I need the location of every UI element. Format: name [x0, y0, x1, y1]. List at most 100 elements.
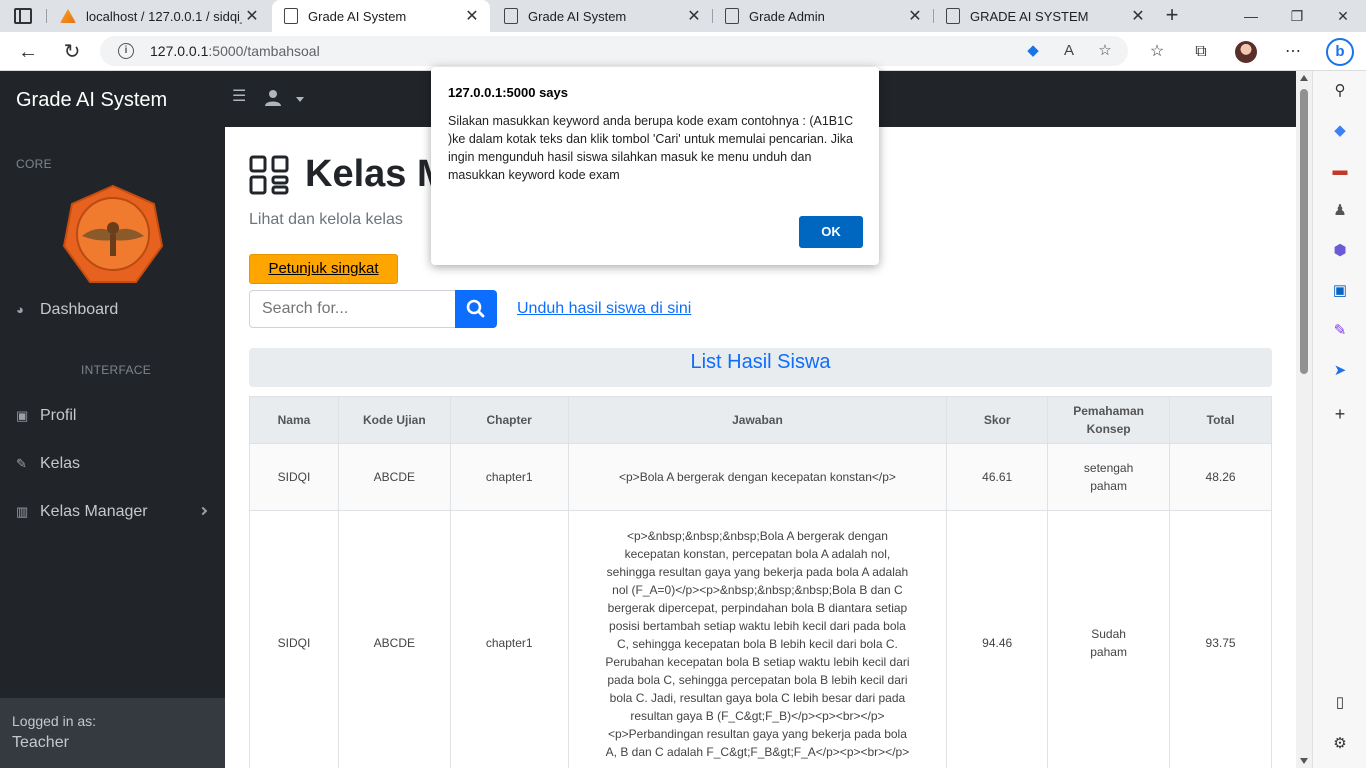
sidebar-heading-interface: INTERFACE — [81, 363, 152, 377]
dashboard-icon: ◕ — [16, 302, 24, 317]
scroll-up-icon[interactable] — [1300, 75, 1308, 81]
close-icon[interactable]: ✕ — [1128, 6, 1148, 26]
page-icon — [725, 8, 739, 24]
sidebar-item-label: Kelas Manager — [40, 503, 148, 520]
url-text[interactable]: 127.0.0.1:5000/tambahsoal — [150, 43, 320, 59]
sidebar-layout-icon[interactable]: ▯ — [1330, 693, 1350, 713]
scroll-down-icon[interactable] — [1300, 758, 1308, 764]
browser-tab-3[interactable]: Grade AI System ✕ — [492, 0, 712, 32]
tab-title: localhost / 127.0.0.1 / sidqi_dl — [86, 8, 242, 24]
logged-in-label: Logged in as: — [12, 713, 97, 729]
read-aloud-icon[interactable]: A — [1060, 42, 1078, 60]
search-icon — [466, 299, 485, 318]
cell-chapter: chapter1 — [449, 510, 569, 768]
edge-sidebar: ⚲ ◆ ▬ ♟ ⬢ ▣ ✎ ➤ + ▯ ⚙ — [1312, 71, 1366, 768]
browser-tabstrip: localhost / 127.0.0.1 / sidqi_dl ✕ Grade… — [0, 0, 1366, 32]
search-button[interactable] — [455, 290, 497, 328]
url-host: 127.0.0.1 — [150, 43, 209, 59]
minimize-icon[interactable]: — — [1228, 0, 1274, 32]
petunjuk-button[interactable]: Petunjuk singkat — [249, 254, 398, 284]
column-header: Jawaban — [567, 396, 948, 444]
cell-kode: ABCDE — [337, 510, 451, 768]
address-bar[interactable]: i 127.0.0.1:5000/tambahsoal ◆ A ☆ — [100, 36, 1128, 66]
sidebar-item-kelas[interactable]: ✎ Kelas — [16, 455, 80, 473]
cell-kode: ABCDE — [337, 443, 451, 511]
tab-title: Grade Admin — [749, 8, 825, 24]
add-icon[interactable]: + — [1330, 404, 1350, 424]
more-menu-icon[interactable]: ⋯ — [1282, 41, 1304, 63]
chevron-down-icon[interactable] — [296, 97, 304, 102]
tools-icon[interactable]: ▬ — [1330, 161, 1350, 181]
sidebar-item-dashboard[interactable]: ◕ Dashboard — [16, 301, 118, 319]
close-icon[interactable]: ✕ — [462, 6, 482, 26]
settings-gear-icon[interactable]: ⚙ — [1330, 734, 1350, 754]
bing-copilot-icon[interactable]: b — [1326, 38, 1354, 66]
browser-toolbar: ← ↻ i 127.0.0.1:5000/tambahsoal ◆ A ☆ ☆ … — [0, 32, 1366, 71]
restore-icon[interactable]: ❐ — [1274, 0, 1320, 32]
games-icon[interactable]: ♟ — [1330, 201, 1350, 221]
url-path: :5000/tambahsoal — [208, 43, 320, 59]
designer-icon[interactable]: ✎ — [1330, 321, 1350, 341]
alert-dialog: 127.0.0.1:5000 says Silakan masukkan key… — [431, 67, 879, 265]
microsoft-365-icon[interactable]: ⬢ — [1330, 241, 1350, 261]
browser-tab-5[interactable]: GRADE AI SYSTEM ✕ — [934, 0, 1156, 32]
sidebar-item-label: Kelas — [40, 455, 81, 472]
user-icon[interactable] — [264, 89, 282, 107]
tab-title: Grade AI System — [528, 8, 627, 24]
grid-icon — [249, 155, 289, 195]
sidebar-toggle-icon[interactable]: ☰ — [232, 89, 248, 105]
results-table: Nama Kode Ujian Chapter Jawaban Skor Pem… — [249, 396, 1272, 768]
cell-total: 48.26 — [1169, 443, 1272, 511]
cell-total: 93.75 — [1169, 510, 1272, 768]
shopping-tag-icon[interactable]: ◆ — [1024, 42, 1042, 60]
column-header: Chapter — [449, 396, 569, 444]
close-icon[interactable]: ✕ — [905, 6, 925, 26]
scrollbar-thumb[interactable] — [1300, 89, 1308, 374]
send-icon[interactable]: ➤ — [1330, 361, 1350, 381]
app-brand[interactable]: Grade AI System — [16, 89, 167, 112]
sidebar-item-label: Dashboard — [40, 301, 119, 318]
favorites-icon[interactable]: ☆ — [1146, 41, 1168, 63]
close-icon[interactable]: ✕ — [242, 6, 262, 26]
page-scrollbar[interactable] — [1296, 71, 1312, 768]
tab-actions-icon[interactable] — [14, 8, 32, 24]
profile-avatar[interactable] — [1235, 41, 1257, 63]
sidebar-heading-core: CORE — [16, 157, 52, 171]
reload-icon[interactable]: ↻ — [58, 38, 86, 66]
chevron-right-icon[interactable] — [198, 506, 208, 516]
back-icon[interactable]: ← — [14, 38, 42, 66]
ok-button[interactable]: OK — [799, 216, 863, 248]
cell-jawaban: <p>Bola A bergerak dengan kecepatan kons… — [567, 443, 948, 511]
close-icon[interactable]: ✕ — [684, 6, 704, 26]
collections-icon[interactable]: ⧉ — [1190, 41, 1212, 63]
browser-tab-2[interactable]: Grade AI System ✕ — [272, 0, 490, 32]
cell-pemahaman: Sudah paham — [1047, 510, 1171, 768]
cell-pemahaman: setengah paham — [1047, 443, 1171, 511]
sidebar: CORE ◕ Dashboard INTERFACE ▣ Profil ✎ Ke… — [0, 127, 225, 768]
phpmyadmin-icon — [60, 9, 76, 23]
window-close-icon[interactable]: ✕ — [1320, 0, 1366, 32]
search-icon[interactable]: ⚲ — [1330, 81, 1350, 101]
site-info-icon[interactable]: i — [118, 43, 134, 59]
dialog-title: 127.0.0.1:5000 says — [448, 85, 568, 100]
search-input[interactable] — [249, 290, 456, 328]
browser-tab-4[interactable]: Grade Admin ✕ — [713, 0, 933, 32]
university-logo — [62, 184, 164, 283]
cell-chapter: chapter1 — [449, 443, 569, 511]
unduh-link[interactable]: Unduh hasil siswa di sini — [517, 300, 691, 318]
shopping-icon[interactable]: ◆ — [1330, 121, 1350, 141]
sidebar-item-profil[interactable]: ▣ Profil — [16, 407, 76, 425]
outlook-icon[interactable]: ▣ — [1330, 281, 1350, 301]
column-header: Total — [1169, 396, 1272, 444]
browser-tab-1[interactable]: localhost / 127.0.0.1 / sidqi_dl ✕ — [48, 0, 270, 32]
cell-nama: SIDQI — [249, 443, 339, 511]
column-header: Nama — [249, 396, 339, 444]
dialog-message: Silakan masukkan keyword anda berupa kod… — [448, 114, 854, 182]
new-tab-icon[interactable]: + — [1160, 4, 1184, 28]
sidebar-item-kelas-manager[interactable]: ▥ Kelas Manager — [16, 503, 148, 521]
add-favorite-icon[interactable]: ☆ — [1096, 42, 1114, 60]
table-header-row: Nama Kode Ujian Chapter Jawaban Skor Pem… — [249, 396, 1272, 444]
cell-nama: SIDQI — [249, 510, 339, 768]
columns-icon: ▥ — [16, 504, 29, 519]
cell-skor: 94.46 — [946, 510, 1049, 768]
